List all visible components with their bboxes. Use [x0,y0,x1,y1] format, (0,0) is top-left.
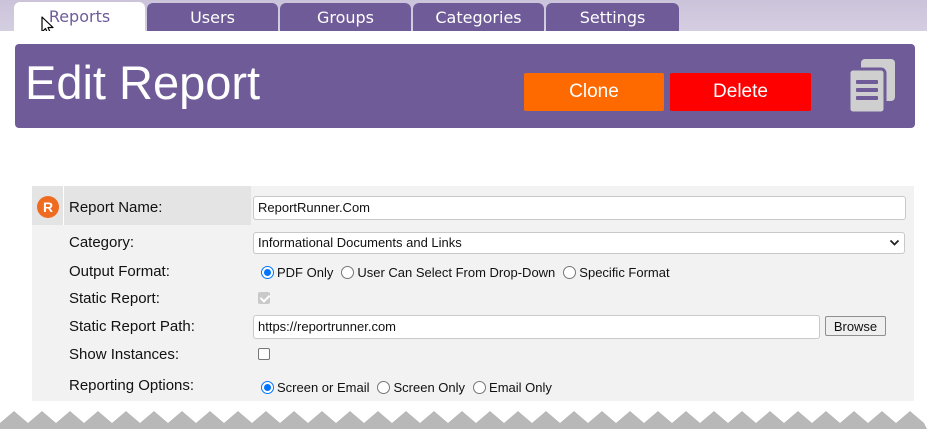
reporting-radio-email-only[interactable] [473,380,487,394]
output-format-option-label: User Can Select From Drop-Down [357,264,556,280]
delete-button[interactable]: Delete [670,73,811,111]
category-label: Category: [69,234,135,251]
category-selected-value: Informational Documents and Links [258,235,462,250]
browse-button[interactable]: Browse [825,316,886,336]
logo-cell: R [32,186,64,225]
report-name-input[interactable]: ReportRunner.Com [253,196,906,220]
output-format-options: PDF Only User Can Select From Drop-Down … [261,263,678,281]
reporting-option-label: Screen or Email [277,379,370,395]
reporting-option-label: Screen Only [393,379,466,395]
reporting-options-label: Reporting Options: [69,377,195,394]
tab-groups[interactable]: Groups [280,3,411,32]
page-title: Edit Report [25,56,261,109]
reporting-radio-screen-only[interactable] [377,380,391,394]
static-report-path-label: Static Report Path: [69,318,195,335]
report-form: R Report Name: ReportRunner.Com Category… [32,186,914,401]
output-format-option-label: Specific Format [579,264,670,280]
static-report-checkbox [258,292,270,304]
output-format-label: Output Format: [69,263,170,280]
show-instances-checkbox[interactable] [258,348,270,360]
tab-users[interactable]: Users [147,3,278,32]
clone-button[interactable]: Clone [524,73,664,111]
tab-categories[interactable]: Categories [413,3,544,32]
output-format-radio-user-select[interactable] [341,265,355,279]
reporting-radio-screen-or-email[interactable] [261,380,274,394]
reportrunner-logo-icon: R [37,196,59,218]
chevron-down-icon [889,239,900,246]
reporting-options-group: Screen or Email Screen Only Email Only [261,378,560,396]
show-instances-label: Show Instances: [69,346,180,363]
output-format-radio-pdf-only[interactable] [261,265,274,279]
tab-settings[interactable]: Settings [546,3,679,32]
reporting-option-label: Email Only [489,379,552,395]
static-report-path-input[interactable]: https://reportrunner.com [253,315,820,339]
torn-edge-decoration [0,401,927,429]
tab-bar: Reports Users Groups Categories Settings [0,0,927,34]
tab-reports[interactable]: Reports [14,2,145,33]
output-format-option-label: PDF Only [277,264,334,280]
category-select[interactable]: Informational Documents and Links [253,232,905,254]
page-header: Edit Report Clone Delete [15,44,915,128]
output-format-radio-specific[interactable] [563,265,577,279]
report-name-label: Report Name: [69,199,163,216]
static-report-label: Static Report: [69,290,160,307]
copy-icon[interactable] [847,57,899,115]
